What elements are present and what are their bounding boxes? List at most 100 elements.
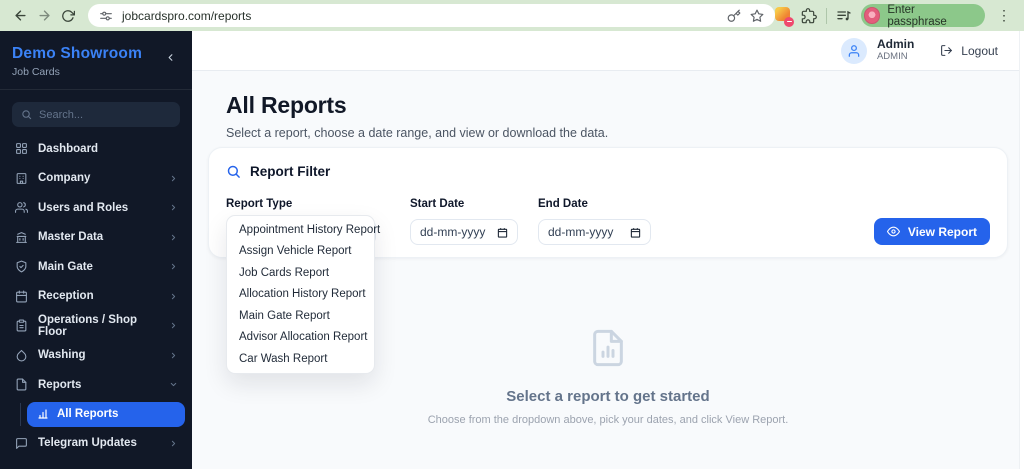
dropdown-option[interactable]: Job Cards Report xyxy=(227,262,374,284)
filter-search-icon xyxy=(226,164,241,179)
shield-check-icon xyxy=(15,260,28,273)
sidebar-item-company[interactable]: Company xyxy=(0,164,192,194)
sidebar-subitem-all-reports[interactable]: All Reports xyxy=(27,401,185,427)
chevron-right-icon xyxy=(169,262,178,271)
chevron-right-icon xyxy=(169,203,178,212)
user-role: ADMIN xyxy=(876,50,908,62)
bar-chart-icon xyxy=(37,408,49,420)
sidebar-item-washing[interactable]: Washing xyxy=(0,341,192,371)
password-key-icon[interactable] xyxy=(727,9,741,23)
profile-passphrase-button[interactable]: Enter passphrase xyxy=(860,3,985,28)
arrow-right-icon xyxy=(38,10,50,21)
reload-icon xyxy=(62,9,75,22)
dropdown-option[interactable]: Appointment History Report xyxy=(227,219,380,241)
arrow-left-icon xyxy=(14,10,26,21)
adblock-extension-icon[interactable] xyxy=(774,6,794,27)
start-date-group: Start Date dd-mm-yyyy xyxy=(410,198,518,245)
dropdown-option[interactable]: Advisor Allocation Report xyxy=(227,327,374,349)
empty-state-title: Select a report to get started xyxy=(506,388,710,405)
sidebar-item-operations-shop-floor[interactable]: Operations / Shop Floor xyxy=(0,311,192,341)
eye-icon xyxy=(886,226,900,237)
profile-label: Enter passphrase xyxy=(887,3,947,28)
building-icon xyxy=(15,172,28,185)
sidebar-search-input[interactable] xyxy=(39,108,171,121)
sidebar: Demo Showroom Job Cards Dashboard Compan… xyxy=(0,31,192,469)
dropdown-option[interactable]: Assign Vehicle Report xyxy=(227,241,374,263)
dashboard-grid-icon xyxy=(15,142,28,155)
sidebar-item-label: Reports xyxy=(38,378,82,391)
media-controls-icon[interactable] xyxy=(836,8,852,24)
sidebar-item-reception[interactable]: Reception xyxy=(0,282,192,312)
sidebar-item-dashboard[interactable]: Dashboard xyxy=(0,134,192,164)
sidebar-item-label: Master Data xyxy=(38,231,104,244)
page-title: All Reports xyxy=(226,92,347,118)
sidebar-item-master-data[interactable]: Master Data xyxy=(0,223,192,253)
user-avatar[interactable] xyxy=(840,37,867,64)
chevron-left-icon xyxy=(168,54,173,61)
browser-toolbar: jobcardspro.com/reports Enter passphrase… xyxy=(0,0,1024,31)
calendar-picker-icon[interactable] xyxy=(497,227,508,238)
reports-submenu: All Reports xyxy=(0,400,192,429)
extension-badge xyxy=(784,16,794,27)
sidebar-item-main-gate[interactable]: Main Gate xyxy=(0,252,192,282)
view-report-label: View Report xyxy=(907,224,977,239)
droplet-icon xyxy=(15,349,28,362)
user-icon xyxy=(848,44,860,57)
clipboard-icon xyxy=(15,319,28,332)
sidebar-item-label: Users and Roles xyxy=(38,201,129,214)
sidebar-item-label: Operations / Shop Floor xyxy=(38,313,138,338)
landmark-icon xyxy=(15,231,28,244)
bookmark-star-icon[interactable] xyxy=(750,9,764,23)
dropdown-option[interactable]: Allocation History Report xyxy=(227,284,374,306)
chevron-right-icon xyxy=(169,351,178,360)
start-date-value: dd-mm-yyyy xyxy=(420,225,486,239)
start-date-label: Start Date xyxy=(410,198,465,210)
extensions-puzzle-icon[interactable] xyxy=(801,7,817,24)
sidebar-item-users-and-roles[interactable]: Users and Roles xyxy=(0,193,192,223)
browser-menu-icon[interactable]: ⋮ xyxy=(994,7,1014,24)
address-bar[interactable]: jobcardspro.com/reports xyxy=(88,4,775,27)
message-icon xyxy=(15,437,28,450)
page-subtitle: Select a report, choose a date range, an… xyxy=(226,126,609,140)
dropdown-option[interactable]: Main Gate Report xyxy=(227,305,374,327)
logout-icon xyxy=(941,45,953,56)
end-date-value: dd-mm-yyyy xyxy=(548,225,614,239)
sidebar-item-label: Telegram Updates xyxy=(38,437,137,450)
brand-subtitle: Job Cards xyxy=(12,66,60,78)
sidebar-subitem-label: All Reports xyxy=(57,408,119,420)
calendar-picker-icon[interactable] xyxy=(630,227,641,238)
forward-button[interactable] xyxy=(32,4,56,28)
sidebar-item-label: Dashboard xyxy=(38,142,99,155)
sidebar-collapse-button[interactable] xyxy=(165,52,176,63)
report-document-icon xyxy=(588,325,628,371)
sidebar-search[interactable] xyxy=(12,102,180,127)
sidebar-item-reports[interactable]: Reports xyxy=(0,370,192,400)
sidebar-item-label: Washing xyxy=(38,349,86,362)
brand-block: Demo Showroom Job Cards xyxy=(0,31,192,90)
filter-card-title: Report Filter xyxy=(250,164,331,179)
reload-button[interactable] xyxy=(56,4,80,28)
site-info-icon[interactable] xyxy=(99,9,113,23)
end-date-group: End Date dd-mm-yyyy xyxy=(538,198,651,245)
file-icon xyxy=(15,378,28,391)
sidebar-nav: Dashboard Company Users and Roles Master… xyxy=(0,134,192,458)
logout-button[interactable]: Logout xyxy=(940,44,998,58)
start-date-input[interactable]: dd-mm-yyyy xyxy=(410,219,518,245)
empty-state-subtitle: Choose from the dropdown above, pick you… xyxy=(427,414,789,426)
scrollbar[interactable] xyxy=(1019,31,1024,469)
app-header: Admin ADMIN Logout xyxy=(192,31,1024,71)
user-name: Admin xyxy=(876,37,915,52)
end-date-input[interactable]: dd-mm-yyyy xyxy=(538,219,651,245)
url-text: jobcardspro.com/reports xyxy=(122,8,252,23)
view-report-button[interactable]: View Report xyxy=(873,218,990,245)
report-type-label: Report Type xyxy=(226,198,293,210)
sidebar-item-label: Reception xyxy=(38,290,94,303)
logout-label: Logout xyxy=(961,43,998,58)
back-button[interactable] xyxy=(8,4,32,28)
user-meta: Admin ADMIN xyxy=(876,37,915,63)
dropdown-option[interactable]: Car Wash Report xyxy=(227,348,374,370)
report-filter-card: Report Filter Report Type Start Date dd-… xyxy=(208,147,1008,374)
search-icon xyxy=(21,109,32,120)
sidebar-item-telegram-updates[interactable]: Telegram Updates xyxy=(0,429,192,459)
main-content: All Reports Select a report, choose a da… xyxy=(192,71,1024,469)
